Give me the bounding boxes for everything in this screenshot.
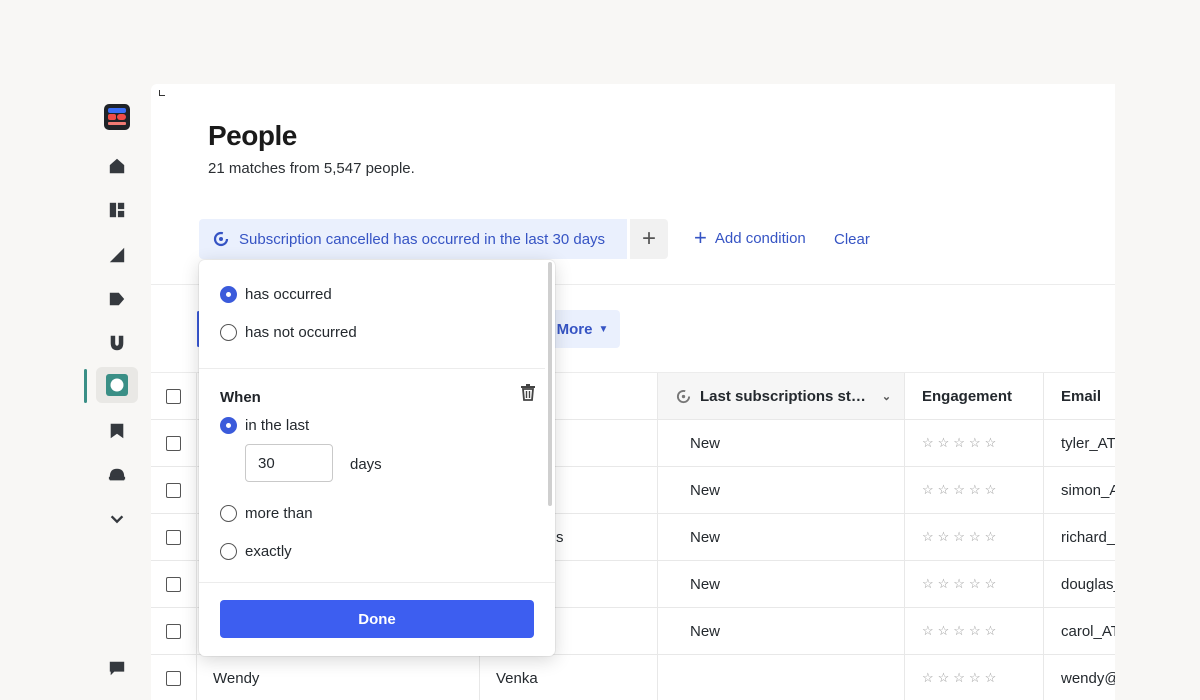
more-button[interactable]: More ▼: [545, 310, 620, 348]
option-exactly-label: exactly: [245, 543, 292, 560]
support-icon[interactable]: [96, 457, 138, 493]
done-button[interactable]: Done: [220, 600, 534, 638]
subscription-status-cell: New: [658, 420, 905, 466]
resize-corner: [159, 90, 165, 96]
trash-icon[interactable]: [519, 383, 537, 401]
engagement-stars: ☆☆☆☆☆: [905, 561, 1044, 607]
option-has-not-occurred-label: has not occurred: [245, 324, 357, 341]
email-cell: simon_A: [1061, 481, 1115, 499]
email-cell: carol_AT: [1061, 622, 1115, 640]
row-checkbox[interactable]: [166, 435, 181, 451]
option-has-not-occurred[interactable]: has not occurred: [220, 324, 357, 341]
divider: [199, 368, 545, 369]
subscription-status-cell: New: [658, 467, 905, 513]
engagement-stars: ☆☆☆☆☆: [905, 514, 1044, 560]
option-has-occurred-label: has occurred: [245, 286, 332, 303]
subscription-status-cell: [658, 655, 905, 700]
engagement-stars: ☆☆☆☆☆: [905, 420, 1044, 466]
library-icon[interactable]: [96, 413, 138, 449]
engagement-stars: ☆☆☆☆☆: [905, 467, 1044, 513]
radio-in-the-last[interactable]: [220, 417, 237, 434]
radio-more-than[interactable]: [220, 505, 237, 522]
select-all-cell: [151, 373, 197, 419]
option-has-occurred[interactable]: has occurred: [220, 286, 332, 303]
home-icon[interactable]: [96, 148, 138, 184]
add-subcondition-button[interactable]: +: [630, 219, 668, 259]
column-header-subscription-status[interactable]: Last subscriptions st… ⌄: [658, 373, 905, 419]
option-in-the-last-label: in the last: [245, 417, 310, 434]
last-name-cell: Venka: [480, 655, 658, 700]
select-all-checkbox[interactable]: [166, 388, 181, 404]
row-checkbox[interactable]: [166, 482, 181, 498]
add-condition-label: Add condition: [714, 229, 806, 247]
magnet-icon[interactable]: [96, 325, 138, 361]
email-cell: tyler_AT_: [1061, 434, 1115, 452]
dashboard-icon[interactable]: [96, 192, 138, 228]
divider: [199, 582, 555, 583]
subscription-status-cell: New: [658, 608, 905, 654]
row-checkbox[interactable]: [166, 529, 181, 545]
plus-icon: +: [694, 225, 707, 250]
first-name-cell: Wendy: [197, 655, 480, 700]
email-cell: douglas_: [1061, 575, 1115, 593]
match-count: 21 matches from 5,547 people.: [208, 160, 415, 177]
radio-has-occurred[interactable]: [220, 286, 237, 303]
sort-chevron-icon[interactable]: ⌄: [882, 390, 891, 403]
event-icon: [213, 231, 229, 247]
row-checkbox[interactable]: [166, 576, 181, 592]
row-checkbox[interactable]: [166, 623, 181, 639]
option-more-than[interactable]: more than: [220, 505, 313, 522]
column-header-email[interactable]: Email: [1044, 373, 1115, 419]
column-header-engagement[interactable]: Engagement: [905, 373, 1044, 419]
row-checkbox[interactable]: [166, 670, 181, 686]
email-cell: richard_: [1061, 528, 1115, 546]
people-icon[interactable]: [96, 367, 138, 403]
left-nav-rail: [84, 96, 150, 700]
engagement-stars: ☆☆☆☆☆: [905, 608, 1044, 654]
days-unit-label: days: [350, 456, 382, 473]
chat-icon[interactable]: [96, 650, 138, 686]
condition-popover: has occurred has not occurred When in th…: [199, 260, 555, 656]
radio-exactly[interactable]: [220, 543, 237, 560]
more-label: More: [556, 320, 593, 338]
days-input[interactable]: [245, 444, 333, 482]
email-cell: wendy@: [1061, 669, 1115, 687]
popover-scrollbar[interactable]: [548, 262, 552, 506]
reports-icon[interactable]: [96, 237, 138, 273]
tag-icon[interactable]: [96, 281, 138, 317]
column-header-subscription-label: Last subscriptions st…: [700, 387, 866, 405]
clear-filters-link[interactable]: Clear: [834, 231, 870, 248]
when-label: When: [220, 389, 261, 406]
chevron-down-icon[interactable]: [96, 501, 138, 537]
page-title: People: [208, 120, 297, 151]
engagement-stars: ☆☆☆☆☆: [905, 655, 1044, 700]
subscription-status-cell: New: [658, 561, 905, 607]
active-nav-indicator: [84, 369, 87, 403]
radio-has-not-occurred[interactable]: [220, 324, 237, 341]
filter-condition-chip[interactable]: Subscription cancelled has occurred in t…: [199, 219, 627, 259]
subscription-status-cell: New: [658, 514, 905, 560]
option-more-than-label: more than: [245, 505, 313, 522]
filter-chip-label: Subscription cancelled has occurred in t…: [239, 230, 606, 248]
event-icon: [676, 389, 691, 403]
add-condition-link[interactable]: + Add condition: [694, 225, 806, 250]
option-in-the-last[interactable]: in the last: [220, 417, 309, 434]
chevron-down-icon: ▼: [598, 323, 609, 335]
table-row[interactable]: Wendy Venka ☆☆☆☆☆ wendy@: [151, 655, 1115, 700]
app-logo[interactable]: [104, 104, 130, 130]
option-exactly[interactable]: exactly: [220, 543, 292, 560]
